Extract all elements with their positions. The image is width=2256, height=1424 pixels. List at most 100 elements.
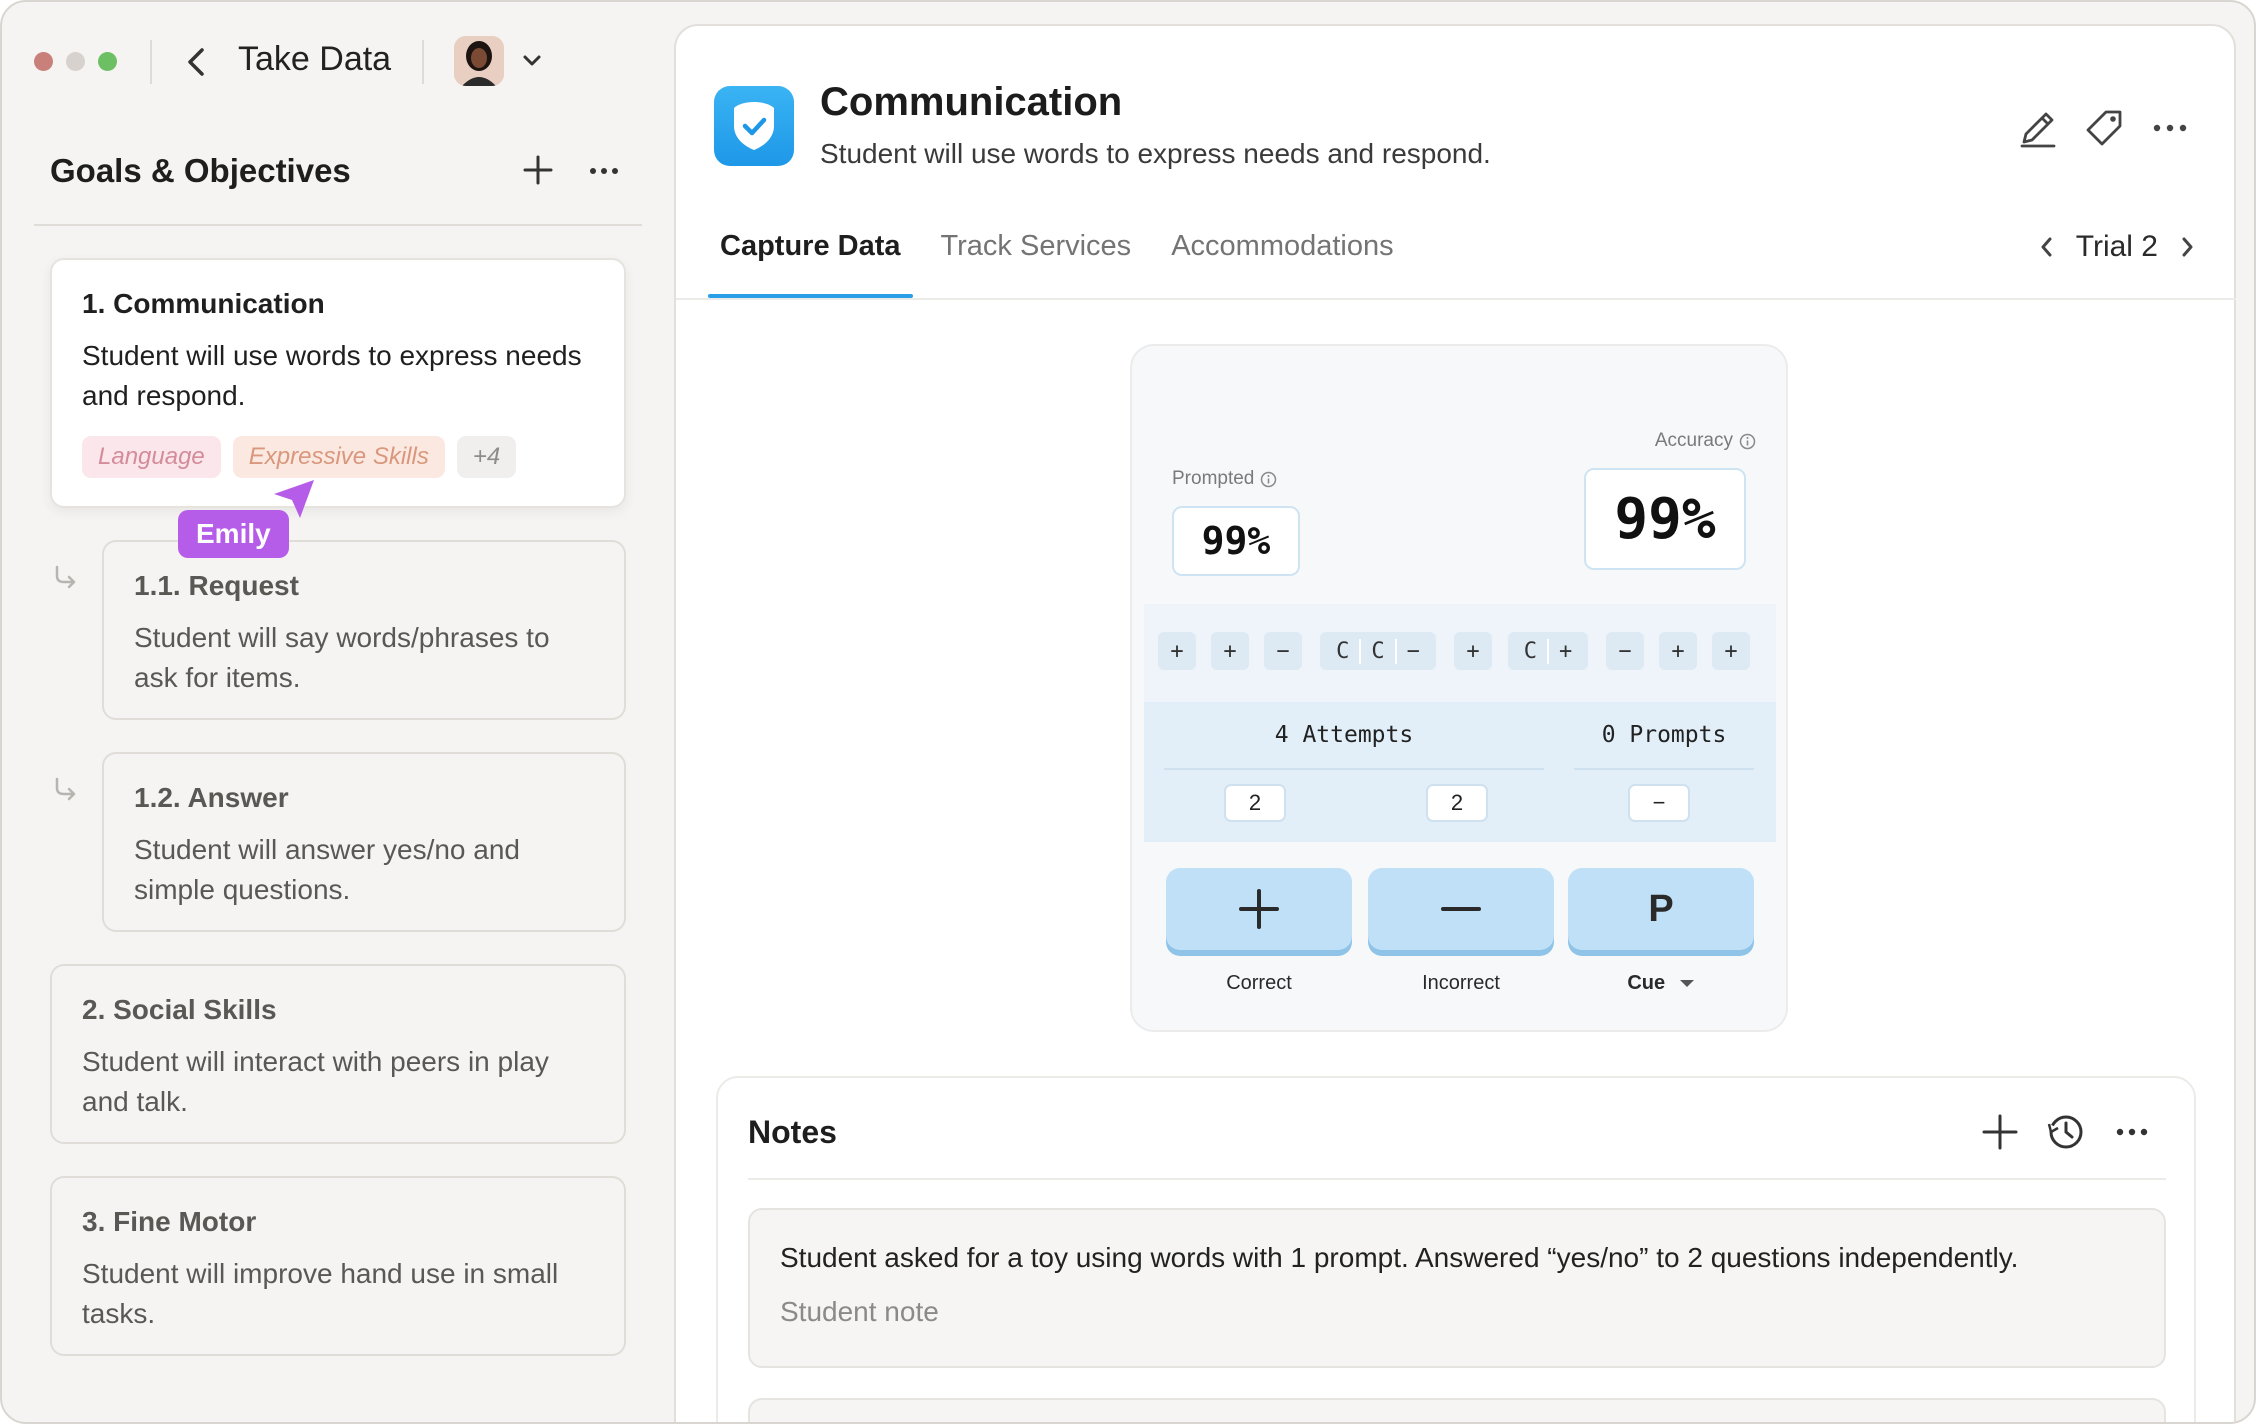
trial-token: C [1336,638,1350,664]
chevron-down-icon[interactable] [518,48,546,74]
objective-description: Student will answer yes/no and simple qu… [134,834,520,905]
plus-icon [1239,889,1279,929]
goal-title: 3. Fine Motor [82,1206,257,1237]
goal-description: Student will improve hand use in small t… [82,1258,559,1329]
summary-divider [1164,768,1544,770]
app-title: Take Data [238,40,392,78]
goal-title: 1. Communication [82,288,325,319]
notes-panel: Notes Student asked for a toy using word… [716,1076,2196,1422]
tag-more-count[interactable]: +4 [456,436,517,478]
trial-token-group[interactable]: C + [1508,632,1588,670]
trial-summary: 4 Attempts 0 Prompts 2 2 − [1144,702,1776,842]
trial-token[interactable]: − [1264,632,1302,670]
cue-letter: P [1648,887,1674,930]
chevron-right-icon[interactable] [2176,233,2198,261]
sidebar-divider [34,224,642,226]
user-avatar-icon [454,36,504,86]
trial-token[interactable]: − [1606,632,1644,670]
prompts-count: 0 Prompts [1601,722,1727,748]
trial-token: − [1394,638,1430,664]
correct-label: Correct [1226,972,1292,994]
accuracy-label: Accuracy [1655,430,1756,452]
close-window-button[interactable] [34,52,53,71]
objective-title: 1.1. Request [134,570,299,601]
correct-button[interactable] [1166,868,1352,950]
goal-detail-panel: Communication Student will use words to … [674,24,2236,1422]
trial-token[interactable]: + [1158,632,1196,670]
prompted-value: 99% [1172,506,1300,576]
trial-label: Trial 2 [2075,230,2158,263]
shield-check-icon [734,102,774,150]
info-icon[interactable] [1739,433,1756,450]
trial-token[interactable]: + [1659,632,1697,670]
note-type-label: Student note [780,1296,939,1327]
history-clock-icon[interactable] [2046,1112,2086,1152]
tag-icon[interactable] [2082,106,2126,150]
zoom-window-button[interactable] [98,52,117,71]
incorrect-label: Incorrect [1422,972,1500,994]
objective-card-answer[interactable]: 1.2. Answer Student will answer yes/no a… [102,752,626,932]
note-item[interactable] [748,1398,2166,1422]
goal-card-fine-motor[interactable]: 3. Fine Motor Student will improve hand … [50,1176,626,1356]
note-text: Student asked for a toy using words with… [780,1242,2019,1273]
notes-divider [748,1178,2166,1180]
cue-dropdown[interactable]: Cue [1568,972,1754,995]
incorrect-count[interactable]: 2 [1426,784,1488,822]
tab-track-services[interactable]: Track Services [929,230,1144,298]
notes-title: Notes [748,1114,837,1150]
page-title: Communication [820,80,1123,124]
app-window: Take Data Goals & Objectives 1. Communic… [0,0,2256,1424]
trial-token: C [1359,638,1394,664]
more-options-icon[interactable] [588,162,620,180]
tab-accommodations[interactable]: Accommodations [1159,230,1405,298]
sub-objective-arrow-icon [55,565,76,589]
back-chevron-icon[interactable] [182,42,212,82]
cue-button[interactable]: P [1568,868,1754,950]
goal-title: 2. Social Skills [82,994,277,1025]
tag-expressive-skills[interactable]: Expressive Skills [232,436,445,478]
note-item[interactable]: Student asked for a toy using words with… [748,1208,2166,1368]
more-options-icon[interactable] [2148,106,2192,150]
avatar[interactable] [454,36,504,86]
info-icon[interactable] [1260,471,1277,488]
add-goal-icon[interactable] [522,154,554,186]
attempts-count: 4 Attempts [1274,722,1414,748]
titlebar-divider [150,40,152,84]
accuracy-value: 99% [1584,468,1746,570]
goal-description: Student will interact with peers in play… [82,1046,549,1117]
goal-card-social-skills[interactable]: 2. Social Skills Student will interact w… [50,964,626,1144]
tab-bar-divider [676,298,2236,300]
chevron-left-icon[interactable] [2036,233,2058,261]
tab-capture-data[interactable]: Capture Data [708,230,913,298]
capture-data-widget: Prompted 99% Accuracy 99% + + − C C − + [1130,344,1788,1032]
correct-count[interactable]: 2 [1224,784,1286,822]
sidebar-heading: Goals & Objectives [50,152,351,189]
minimize-window-button[interactable] [66,52,85,71]
trial-token: + [1547,638,1582,664]
objective-card-request[interactable]: 1.1. Request Student will say words/phra… [102,540,626,720]
goal-card-communication[interactable]: 1. Communication Student will use words … [50,258,626,508]
incorrect-button[interactable] [1368,868,1554,950]
more-options-icon[interactable] [2112,1112,2152,1152]
objective-title: 1.2. Answer [134,782,289,813]
trial-token[interactable]: + [1712,632,1750,670]
summary-divider [1574,768,1754,770]
objective-description: Student will say words/phrases to ask fo… [134,622,550,693]
trial-token[interactable]: + [1454,632,1492,670]
prompt-count[interactable]: − [1628,784,1690,822]
goal-tags: Language Expressive Skills +4 [82,436,594,478]
collaborator-name-label: Emily [178,510,289,558]
trial-sequence: + + − C C − + C + − + + [1144,604,1776,702]
tag-language[interactable]: Language [82,436,221,478]
edit-pencil-icon[interactable] [2016,106,2060,150]
goal-description: Student will use words to express needs … [82,340,582,411]
window-controls [34,52,117,71]
add-note-icon[interactable] [1980,1112,2020,1152]
trial-token-group[interactable]: C C − [1320,632,1436,670]
prompted-label: Prompted [1172,468,1277,490]
tab-bar: Capture Data Track Services Accommodatio… [708,230,1422,298]
caret-down-icon [1679,980,1694,987]
trial-token[interactable]: + [1211,632,1249,670]
trial-navigator: Trial 2 [2036,230,2198,264]
titlebar-divider [422,40,424,84]
